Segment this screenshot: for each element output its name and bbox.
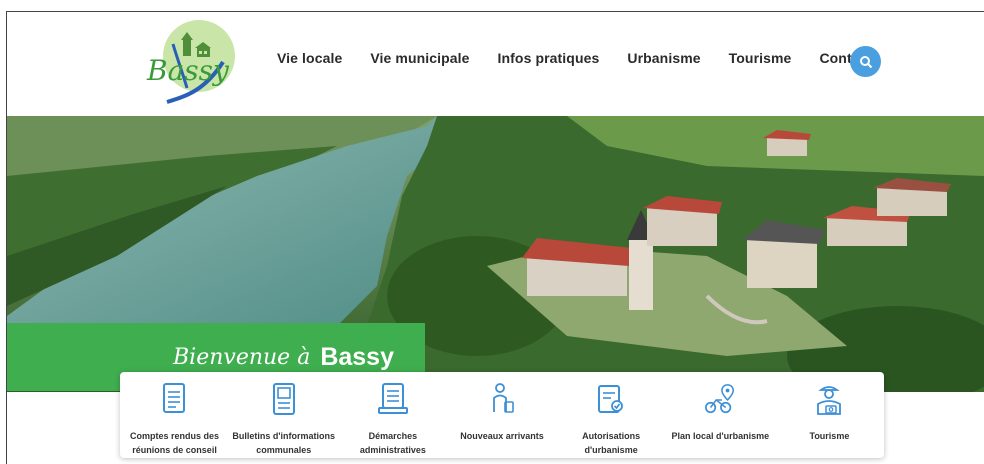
quick-link-demarches[interactable]: Démarches administratives — [338, 372, 447, 458]
quick-link-nouveaux-arrivants[interactable]: Nouveaux arrivants — [447, 372, 556, 458]
nav-vie-locale[interactable]: Vie locale — [277, 50, 342, 66]
main-navigation: Vie locale Vie municipale Infos pratique… — [277, 50, 900, 66]
quick-link-label: Autorisations d'urbanisme — [582, 431, 641, 455]
welcome-town-name: Bassy — [320, 342, 394, 371]
search-icon — [859, 55, 872, 68]
nav-tourisme[interactable]: Tourisme — [729, 50, 792, 66]
quick-link-plan-local[interactable]: Plan local d'urbanisme — [666, 372, 775, 458]
site-header: Bassy Vie locale Vie municipale Infos pr… — [7, 12, 984, 116]
quick-link-label: Démarches administratives — [359, 431, 426, 455]
svg-text:Bassy: Bassy — [146, 54, 230, 87]
document-icon — [158, 381, 192, 417]
nav-infos-pratiques[interactable]: Infos pratiques — [498, 50, 600, 66]
quick-link-label: Bulletins d'informations communales — [232, 431, 336, 455]
quick-link-autorisations[interactable]: Autorisations d'urbanisme — [557, 372, 666, 458]
quick-link-label: Nouveaux arrivants — [460, 431, 544, 441]
quick-links-card: Comptes rendus des réunions de conseil B… — [120, 372, 884, 458]
bulletin-icon — [267, 381, 301, 417]
quick-link-tourisme[interactable]: Tourisme — [775, 372, 884, 458]
tourism-icon — [812, 381, 846, 417]
nav-vie-municipale[interactable]: Vie municipale — [370, 50, 469, 66]
quick-link-label: Plan local d'urbanisme — [671, 431, 770, 441]
admin-procedure-icon — [376, 381, 410, 417]
nav-urbanisme[interactable]: Urbanisme — [627, 50, 700, 66]
bassy-logo[interactable]: Bassy — [137, 18, 239, 104]
welcome-prefix: Bienvenue à — [173, 344, 311, 370]
page-frame: Bassy Vie locale Vie municipale Infos pr… — [6, 11, 984, 464]
search-button[interactable] — [850, 46, 881, 77]
quick-link-label: Tourisme — [809, 431, 850, 441]
urban-plan-icon — [703, 381, 737, 417]
quick-link-bulletins[interactable]: Bulletins d'informations communales — [229, 372, 338, 458]
new-arrival-icon — [485, 381, 519, 417]
building-permit-icon — [594, 381, 628, 417]
quick-link-label: Comptes rendus des réunions de conseil — [130, 431, 220, 455]
quick-link-comptes-rendus[interactable]: Comptes rendus des réunions de conseil — [120, 372, 229, 458]
